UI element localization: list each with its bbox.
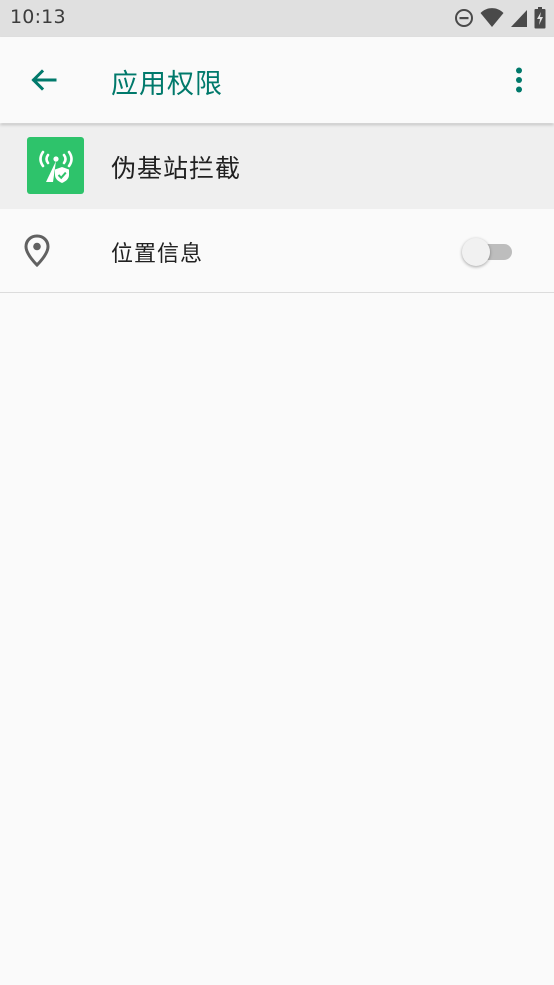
arrow-back-icon — [31, 69, 57, 91]
back-button[interactable] — [22, 59, 64, 101]
page-title: 应用权限 — [111, 69, 223, 100]
status-bar: 10:13 — [0, 0, 554, 37]
do-not-disturb-icon — [455, 9, 473, 27]
app-name: 伪基站拦截 — [111, 154, 242, 183]
location-pin-icon — [24, 234, 50, 267]
location-permission-toggle[interactable] — [462, 237, 514, 266]
more-options-button[interactable] — [498, 59, 540, 101]
permission-row-location[interactable]: 位置信息 — [0, 209, 554, 293]
more-vert-icon — [516, 67, 522, 93]
status-icons — [454, 7, 546, 29]
cell-tower-shield-icon — [38, 150, 73, 183]
battery-charging-icon — [534, 7, 546, 29]
app-header: 伪基站拦截 — [0, 124, 554, 209]
app-icon — [27, 137, 84, 194]
cell-signal-icon — [511, 10, 527, 27]
wifi-icon — [480, 8, 504, 27]
status-time: 10:13 — [10, 6, 66, 28]
toggle-thumb — [462, 238, 490, 266]
permission-label: 位置信息 — [111, 242, 204, 267]
app-bar: 应用权限 — [0, 37, 554, 123]
